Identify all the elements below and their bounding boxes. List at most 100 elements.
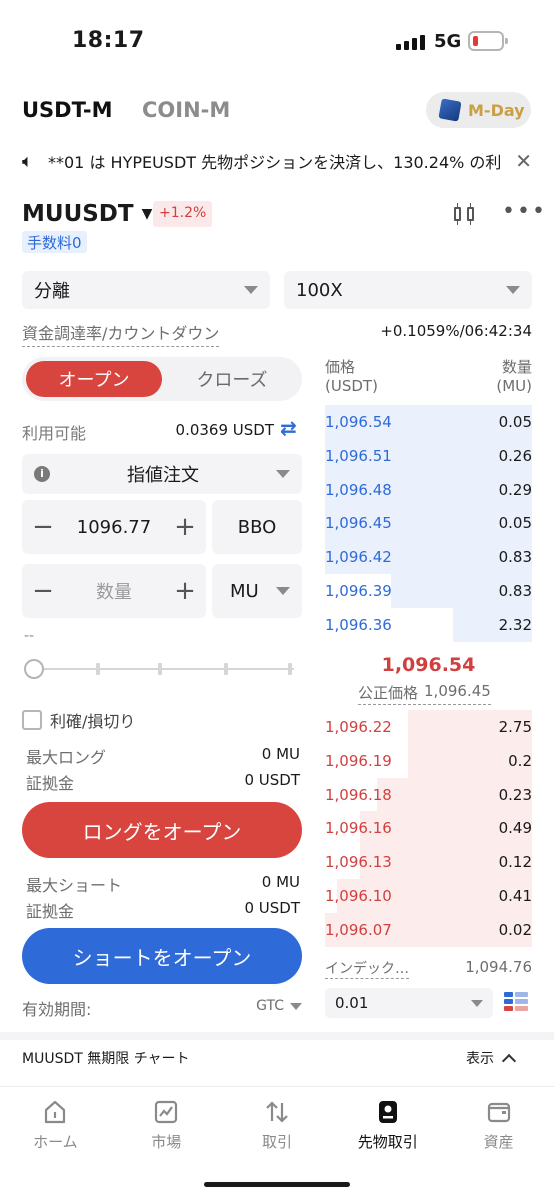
margin-label: 証拠金 — [26, 902, 75, 921]
dropdown-arrow-icon — [276, 587, 290, 595]
quantity-input[interactable]: 数量 — [96, 578, 132, 604]
unit-select[interactable]: MU — [212, 564, 302, 618]
bid-price: 1,096.07 — [325, 920, 392, 939]
slider-tick[interactable] — [96, 663, 100, 675]
minus-icon[interactable]: − — [32, 512, 54, 542]
max-short-value: 0 MU — [261, 873, 300, 891]
ask-row[interactable]: 1,096.48 0.29 — [325, 472, 532, 507]
plus-icon[interactable]: + — [174, 576, 196, 606]
ask-price: 1,096.54 — [325, 413, 392, 431]
bid-qty: 0.41 — [498, 887, 532, 905]
orderbook-layout-icon[interactable] — [504, 992, 528, 1014]
bid-qty: 0.23 — [498, 785, 532, 804]
qty-column-header: 数量 (MU) — [440, 358, 532, 396]
validity-label: 有効期間: — [22, 1000, 92, 1019]
nav-item-futures[interactable]: 先物取引 — [332, 1087, 443, 1166]
ask-row[interactable]: 1,096.42 0.83 — [325, 540, 532, 575]
bid-row[interactable]: 1,096.18 0.23 — [325, 777, 532, 812]
bbo-button[interactable]: BBO — [212, 500, 302, 554]
ask-row[interactable]: 1,096.51 0.26 — [325, 438, 532, 473]
price-unit: (USDT) — [325, 377, 378, 395]
slider-tick[interactable] — [158, 663, 162, 675]
home-indicator — [204, 1182, 350, 1187]
nav-label: ホーム — [33, 1133, 78, 1151]
open-short-button[interactable]: ショートをオープン — [22, 928, 302, 984]
cube-icon — [438, 98, 462, 122]
open-tab[interactable]: オープン — [26, 361, 162, 397]
nav-item-home[interactable]: ホーム — [0, 1087, 111, 1166]
network-label: 5G — [434, 31, 462, 52]
precision-value: 0.01 — [335, 994, 369, 1012]
margin-mode-select[interactable]: 分離 — [22, 271, 270, 309]
announcement-text: **01 は HYPEUSDT 先物ポジションを決済し、130.24% の利 — [48, 153, 502, 172]
available-label: 利用可能 — [22, 424, 87, 443]
bid-price: 1,096.19 — [325, 751, 392, 770]
more-icon[interactable]: ••• — [502, 199, 547, 224]
close-icon[interactable]: ✕ — [510, 149, 532, 173]
ask-qty: 0.29 — [498, 480, 532, 499]
info-icon[interactable]: i — [34, 466, 50, 482]
candlestick-icon[interactable] — [454, 203, 480, 225]
close-tab[interactable]: クローズ — [166, 361, 298, 397]
nav-item-trade[interactable]: 取引 — [222, 1087, 333, 1166]
funding-rate-label[interactable]: 資金調達率/カウントダウン — [22, 320, 220, 347]
plus-icon[interactable]: + — [174, 512, 196, 542]
quantity-stepper: − 数量 + — [22, 564, 206, 618]
margin-mode-value: 分離 — [34, 281, 70, 302]
nav-label: 先物取引 — [357, 1133, 418, 1151]
fair-price-value: 1,096.45 — [424, 682, 491, 700]
bid-row[interactable]: 1,096.19 0.2 — [325, 743, 532, 778]
bid-qty: 0.2 — [508, 751, 532, 770]
ask-row[interactable]: 1,096.45 0.05 — [325, 506, 532, 541]
open-long-button[interactable]: ロングをオープン — [22, 802, 302, 858]
ask-row[interactable]: 1,096.54 0.05 — [325, 405, 532, 439]
price-stepper: − 1096.77 + — [22, 500, 206, 554]
dropdown-arrow-icon — [471, 999, 483, 1007]
bid-row[interactable]: 1,096.13 0.12 — [325, 845, 532, 880]
slider-handle[interactable] — [24, 659, 44, 679]
validity-select[interactable]: GTC — [230, 998, 302, 1014]
qty-header: 数量 — [501, 358, 532, 376]
precision-select[interactable]: 0.01 — [325, 988, 493, 1018]
tab-coin-m[interactable]: COIN-M — [142, 98, 230, 122]
margin-label: 証拠金 — [26, 774, 75, 793]
ask-price: 1,096.45 — [325, 514, 392, 533]
bid-price: 1,096.22 — [325, 718, 392, 736]
slider-tick[interactable] — [224, 663, 228, 675]
leverage-select[interactable]: 100X — [284, 271, 532, 309]
tpsl-checkbox[interactable]: 利確/損切り — [22, 708, 135, 732]
mday-promo-button[interactable]: M-Day — [426, 92, 531, 128]
bid-row[interactable]: 1,096.22 2.75 — [325, 710, 532, 744]
bid-row[interactable]: 1,096.10 0.41 — [325, 879, 532, 913]
ask-price: 1,096.42 — [325, 548, 392, 567]
bid-row[interactable]: 1,096.07 0.02 — [325, 912, 532, 947]
margin-value: 0 USDT — [244, 899, 300, 917]
order-type-select[interactable]: i 指値注文 — [22, 454, 302, 494]
bid-row[interactable]: 1,096.16 0.49 — [325, 811, 532, 846]
speaker-icon: 🔈︎ — [22, 150, 33, 172]
chart-toggle[interactable]: 表示 — [466, 1048, 517, 1068]
home-icon — [42, 1099, 68, 1125]
nav-item-market[interactable]: 市場 — [111, 1087, 222, 1166]
bid-price: 1,096.10 — [325, 887, 392, 905]
announcement-bar[interactable]: 🔈︎ **01 は HYPEUSDT 先物ポジションを決済し、130.24% の… — [22, 149, 532, 173]
slider-track — [34, 668, 294, 670]
nav-item-assets[interactable]: 資産 — [443, 1087, 554, 1166]
transfer-icon[interactable]: ⇄ — [280, 416, 297, 440]
price-input[interactable]: 1096.77 — [77, 517, 151, 538]
minus-icon[interactable]: − — [32, 576, 54, 606]
bid-price: 1,096.18 — [325, 785, 392, 804]
ask-row[interactable]: 1,096.39 0.83 — [325, 574, 532, 608]
estimated-value: -- — [24, 628, 35, 644]
ask-qty: 0.83 — [498, 582, 532, 600]
ask-row[interactable]: 1,096.36 2.32 — [325, 607, 532, 642]
last-price[interactable]: 1,096.54 — [325, 654, 532, 676]
fair-price-label: 公正価格 — [358, 684, 419, 702]
slider-tick[interactable] — [288, 663, 292, 675]
quantity-slider[interactable] — [24, 658, 294, 680]
bid-qty: 2.75 — [498, 718, 532, 736]
index-price-value: 1,094.76 — [465, 958, 532, 976]
symbol-selector[interactable]: MUUSDT ▼ — [22, 201, 152, 227]
tab-usdt-m[interactable]: USDT-M — [22, 98, 112, 122]
chart-icon — [153, 1099, 179, 1125]
